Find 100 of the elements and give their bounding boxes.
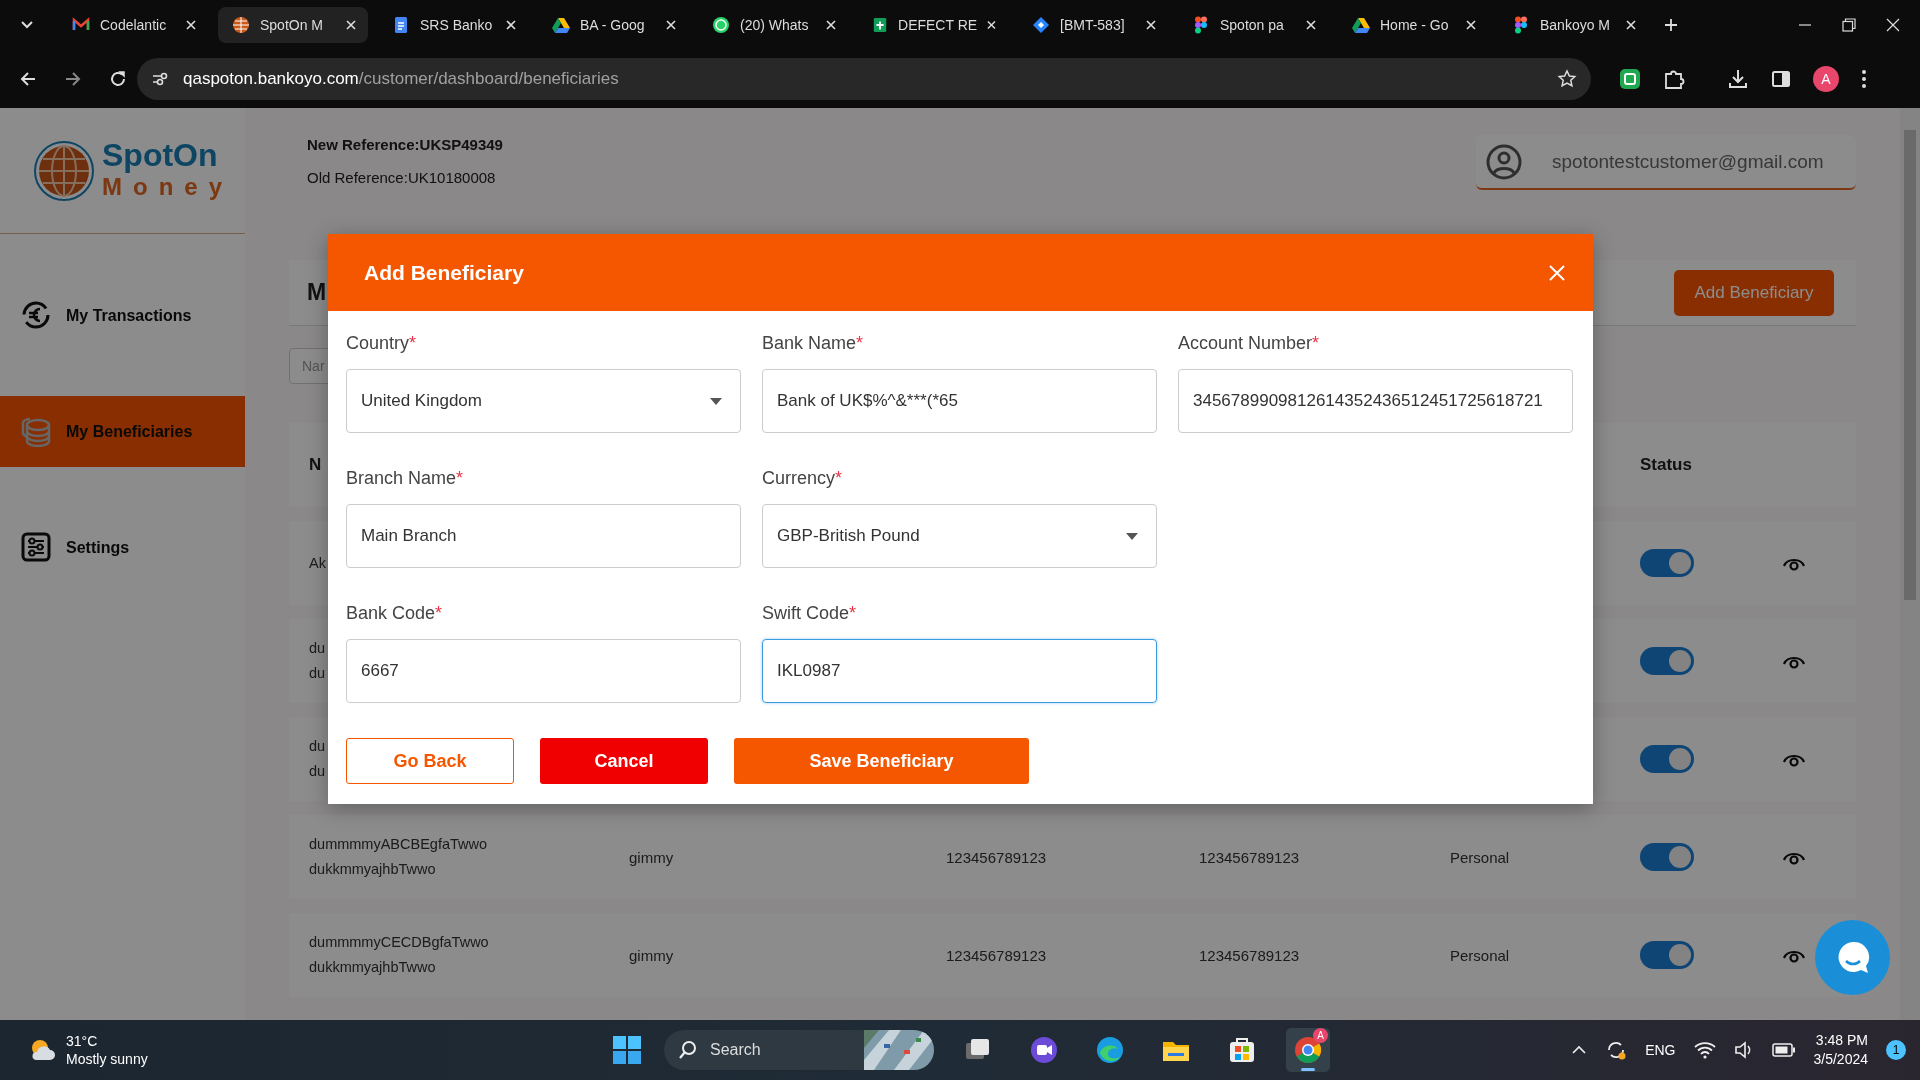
close-icon[interactable]: [346, 20, 356, 30]
close-icon[interactable]: [1886, 18, 1900, 32]
battery-icon[interactable]: [1771, 1043, 1796, 1057]
table-cell-text: 123456789123: [946, 946, 1048, 964]
bookmark-star-icon[interactable]: [1557, 69, 1577, 89]
old-reference: Old Reference:UK10180008: [307, 169, 497, 186]
download-icon[interactable]: [1727, 68, 1749, 90]
favicon-icon: [712, 16, 730, 34]
edge-icon: [1094, 1034, 1126, 1066]
close-icon[interactable]: [987, 20, 996, 30]
status-toggle[interactable]: [1640, 549, 1694, 577]
browser-tab[interactable]: BA - Goog: [538, 7, 688, 43]
clock-date[interactable]: 3/5/2024: [1813, 1050, 1868, 1069]
input-field[interactable]: Bank of UK$%^&***(*65: [762, 369, 1157, 433]
logo-subtitle: Money: [102, 173, 233, 202]
new-tab-icon[interactable]: [1664, 18, 1678, 32]
close-icon[interactable]: [666, 20, 676, 30]
search-icon: [678, 1040, 698, 1060]
close-button[interactable]: [1549, 264, 1565, 281]
wifi-icon[interactable]: [1693, 1041, 1716, 1059]
restore-icon[interactable]: [1842, 18, 1856, 32]
taskbar-app[interactable]: A: [1286, 1028, 1330, 1072]
clock-time[interactable]: 3:48 PM: [1815, 1031, 1868, 1050]
favicon-icon: [1192, 16, 1210, 34]
close-icon[interactable]: [1146, 20, 1156, 30]
favicon-icon: [1512, 16, 1530, 34]
input-field[interactable]: IKL0987: [762, 639, 1157, 703]
extension-icon[interactable]: [1619, 68, 1641, 90]
favicon-icon: [1032, 16, 1050, 34]
status-toggle[interactable]: [1640, 647, 1694, 675]
dropdown-field[interactable]: United Kingdom: [346, 369, 741, 433]
status-toggle[interactable]: [1640, 843, 1694, 871]
favicon-icon: [552, 16, 570, 34]
side-panel-icon[interactable]: [1771, 69, 1791, 89]
field-label: Bank Code*: [346, 603, 444, 625]
site-info-icon[interactable]: [151, 70, 169, 88]
browser-tab[interactable]: SRS Banko: [378, 7, 528, 43]
meet-icon: [1028, 1034, 1060, 1066]
favicon-icon: [232, 16, 250, 34]
profile-badge: A: [1313, 1028, 1328, 1043]
name-cell-text: dummmmyCECDBgfaTwwo dukkmmyajhbTwwo: [309, 933, 489, 977]
cancel-button[interactable]: Cancel: [540, 738, 708, 784]
user-icon: [1486, 143, 1522, 180]
favicon-icon: [392, 16, 410, 34]
language-indicator[interactable]: ENG: [1645, 1042, 1676, 1058]
browser-tab[interactable]: Bankoyo M: [1498, 7, 1648, 43]
name-cell-text: du du: [309, 639, 326, 683]
sidebar-item[interactable]: My Transactions: [0, 280, 245, 351]
dropdown-field[interactable]: GBP-British Pound: [762, 504, 1157, 568]
address-bar[interactable]: qaspoton.bankoyo.com/customer/dashboard/beneficiaries: [137, 58, 1591, 100]
sidebar-item[interactable]: Settings: [0, 512, 245, 583]
caret-icon: [1126, 532, 1138, 540]
input-field[interactable]: 6667: [346, 639, 741, 703]
browser-tab[interactable]: Codelantic: [58, 7, 208, 43]
name-cell-text: dummmmyABCBEgfaTwwo dukkmmyajhbTwwo: [309, 835, 488, 879]
caret-icon: [710, 397, 722, 405]
field-label: Bank Name*: [762, 333, 865, 355]
scrollbar[interactable]: [1900, 108, 1920, 1020]
field-label: Currency*: [762, 468, 844, 490]
close-icon[interactable]: [826, 20, 836, 30]
reload-icon[interactable]: [109, 70, 127, 88]
browser-tab[interactable]: SpotOn M: [218, 7, 368, 43]
forward-icon[interactable]: [64, 70, 82, 88]
close-icon[interactable]: [506, 20, 516, 30]
puzzle-icon[interactable]: [1663, 68, 1685, 90]
browser-tab[interactable]: [BMT-583]: [1018, 7, 1168, 43]
new-reference: New Reference:UKSP49349: [307, 136, 503, 153]
notification-badge[interactable]: 1: [1886, 1040, 1906, 1060]
browser-tab[interactable]: (20) Whats: [698, 7, 848, 43]
menu-icon[interactable]: [1861, 69, 1867, 89]
close-icon[interactable]: [1626, 20, 1636, 30]
table-cell-text: 123456789123: [1199, 946, 1301, 964]
taskbar-search[interactable]: Search: [664, 1030, 934, 1070]
field-label: Country*: [346, 333, 418, 355]
browser-tab[interactable]: Home - Go: [1338, 7, 1488, 43]
windows-start-icon[interactable]: [612, 1035, 642, 1065]
browser-tab[interactable]: Spoton pa: [1178, 7, 1328, 43]
table-cell-text: gimmy: [629, 946, 675, 964]
close-icon: [1549, 264, 1565, 281]
status-toggle[interactable]: [1640, 941, 1694, 969]
table-cell-text: 123456789123: [1199, 848, 1301, 866]
tab-list-icon[interactable]: [20, 20, 34, 30]
close-icon[interactable]: [186, 20, 196, 30]
field-label: Branch Name*: [346, 468, 465, 490]
sliders-icon: [20, 530, 54, 565]
close-icon[interactable]: [1466, 20, 1476, 30]
sync-icon[interactable]: [1605, 1039, 1628, 1061]
user-card[interactable]: spotontestcustomer@gmail.com: [1476, 135, 1856, 190]
back-icon[interactable]: [19, 70, 37, 88]
favicon-icon: [1352, 16, 1370, 34]
input-field[interactable]: Main Branch: [346, 504, 741, 568]
browser-tab[interactable]: DEFECT RE: [858, 7, 1008, 43]
input-field[interactable]: 3456789909812614352436512451725618721: [1178, 369, 1573, 433]
status-toggle[interactable]: [1640, 745, 1694, 773]
profile-avatar[interactable]: A: [1813, 66, 1839, 92]
close-icon[interactable]: [1306, 20, 1316, 30]
chevron-up-icon[interactable]: [1571, 1045, 1588, 1055]
table-cell-text: gimmy: [629, 848, 675, 866]
field-label: Account Number*: [1178, 333, 1321, 355]
column-header: Status: [1640, 455, 1693, 475]
